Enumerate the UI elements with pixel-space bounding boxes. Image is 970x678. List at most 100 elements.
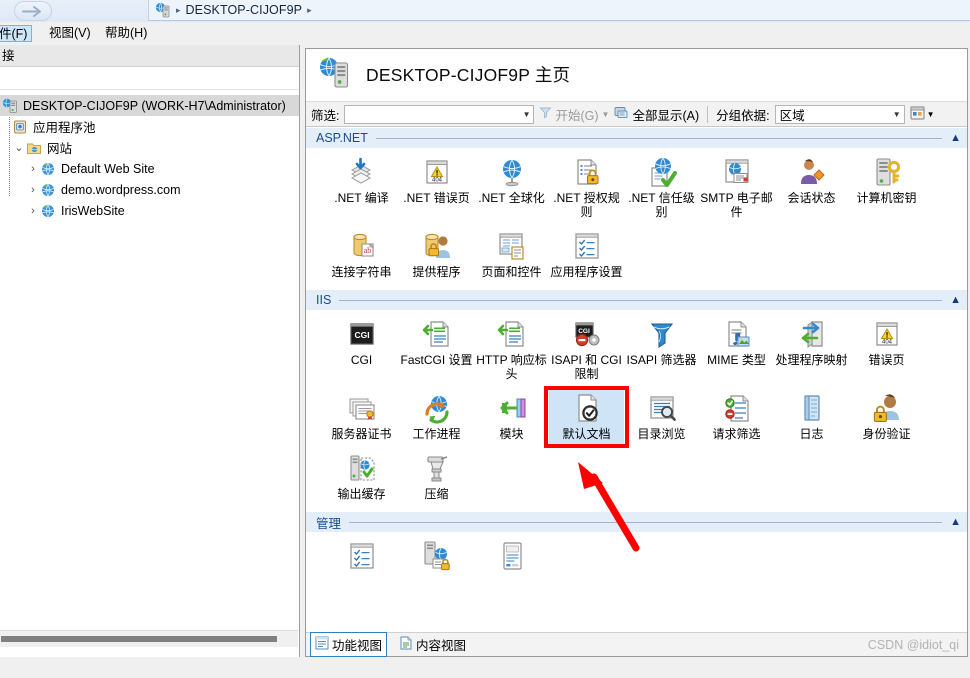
tree-node-app-pools[interactable]: 应用程序池 xyxy=(0,116,300,137)
start-filter-button[interactable]: 开始(G) ▼ xyxy=(539,105,609,124)
watermark: CSDN @idiot_qi xyxy=(867,638,959,652)
tile-directory-browsing[interactable]: 目录浏览 xyxy=(624,390,699,444)
section-header-aspnet[interactable]: ASP.NET ▲ xyxy=(306,128,967,148)
chevron-up-icon[interactable]: ▲ xyxy=(950,294,961,306)
tile-net-globalization[interactable]: .NET 全球化 xyxy=(474,154,549,222)
tile-worker-processes[interactable]: 工作进程 xyxy=(399,390,474,444)
chevron-up-icon[interactable]: ▲ xyxy=(950,516,961,528)
tile-app-settings[interactable]: 应用程序设置 xyxy=(549,228,624,282)
tile-label: 压缩 xyxy=(424,487,449,501)
section-name-management: 管理 xyxy=(316,516,342,531)
net-trust-level-icon xyxy=(646,156,678,188)
tile-feature-delegation[interactable] xyxy=(399,538,474,578)
chevron-down-icon[interactable]: ⌄ xyxy=(12,141,26,154)
section-header-management[interactable]: 管理 ▲ xyxy=(306,512,967,532)
tab-content-view[interactable]: 内容视图 xyxy=(395,633,470,656)
tree-node-server[interactable]: DESKTOP-CIJOF9P (WORK-H7\Administrator) xyxy=(0,95,300,116)
section-header-iis[interactable]: IIS ▲ xyxy=(306,290,967,310)
tile-label: ISAPI 筛选器 xyxy=(626,353,697,367)
tile-label: HTTP 响应标头 xyxy=(476,353,547,381)
tile-label: 提供程序 xyxy=(412,265,461,279)
tile-error-pages[interactable]: 404 错误页 xyxy=(849,316,924,384)
app-pool-icon xyxy=(12,119,29,135)
tile-cgi[interactable]: CGI CGI xyxy=(324,316,399,384)
chevron-right-icon[interactable]: › xyxy=(26,205,40,217)
svg-text:CGI: CGI xyxy=(578,328,590,335)
connections-horizontal-scrollbar[interactable] xyxy=(0,630,298,647)
tile-machine-key[interactable]: 计算机密钥 xyxy=(849,154,924,222)
connections-tree: DESKTOP-CIJOF9P (WORK-H7\Administrator) … xyxy=(0,91,300,611)
tab-features-view[interactable]: 功能视图 xyxy=(310,632,388,657)
breadcrumb-separator-2[interactable]: ▸ xyxy=(307,5,312,16)
tile-compression[interactable]: 压缩 xyxy=(399,450,474,504)
group-by-select[interactable]: 区域 ▼ xyxy=(774,104,905,124)
chevron-right-icon[interactable]: › xyxy=(26,163,40,175)
tile-http-response-headers[interactable]: HTTP 响应标头 xyxy=(474,316,549,384)
net-globalization-icon xyxy=(496,156,528,188)
section-rule xyxy=(339,299,943,301)
tile-shared-configuration[interactable] xyxy=(474,538,549,578)
tile-logging[interactable]: 日志 xyxy=(774,390,849,444)
section-name-iis: IIS xyxy=(316,293,332,307)
menu-view[interactable]: 视图(V) xyxy=(44,25,96,42)
http-response-headers-icon xyxy=(496,318,528,350)
tile-net-authorization-rules[interactable]: .NET 授权规则 xyxy=(549,154,624,222)
start-filter-label: 开始(G) xyxy=(555,108,599,123)
tile-request-filtering[interactable]: 请求筛选 xyxy=(699,390,774,444)
tile-output-caching[interactable]: 输出缓存 xyxy=(324,450,399,504)
modules-icon xyxy=(496,392,528,424)
tile-label: 默认文档 xyxy=(562,427,611,441)
chevron-down-icon[interactable]: ▼ xyxy=(893,110,901,119)
breadcrumb[interactable]: ▸ DESKTOP-CIJOF9P ▸ xyxy=(148,0,970,21)
tree-node-demo-wordpress-label: demo.wordpress.com xyxy=(61,182,181,197)
tile-connection-strings[interactable]: ab 连接字符串 xyxy=(324,228,399,282)
website-globe-icon xyxy=(40,161,57,177)
tile-default-document[interactable]: 默认文档 xyxy=(544,386,629,448)
tile-smtp-email[interactable]: SMTP 电子邮件 xyxy=(699,154,774,222)
chevron-up-icon[interactable]: ▲ xyxy=(950,132,961,144)
menu-help[interactable]: 帮助(H) xyxy=(100,25,152,42)
server-icon xyxy=(2,98,19,114)
chevron-down-icon[interactable]: ▼ xyxy=(927,110,935,119)
view-mode-button[interactable]: ▼ xyxy=(910,106,935,123)
show-all-button[interactable]: 全部显示(A) xyxy=(614,105,699,124)
tile-modules[interactable]: 模块 xyxy=(474,390,549,444)
tile-net-trust-level[interactable]: .NET 信任级别 xyxy=(624,154,699,222)
iis-tiles: CGI CGI FastCGI 设置 HTTP 响应标头 CGI ISAPI 和… xyxy=(306,310,967,512)
back-arrow-icon[interactable] xyxy=(14,1,52,21)
menu-file[interactable]: 件(F) xyxy=(0,25,33,42)
tile-configuration-editor[interactable] xyxy=(324,538,399,578)
tile-server-certificates[interactable]: 服务器证书 xyxy=(324,390,399,444)
tree-node-iriswebsite-label: IrisWebSite xyxy=(61,203,125,218)
chevron-down-icon[interactable]: ▼ xyxy=(523,110,531,119)
tile-mime-types[interactable]: MIME 类型 xyxy=(699,316,774,384)
tile-pages-controls[interactable]: 页面和控件 xyxy=(474,228,549,282)
app-settings-icon xyxy=(571,230,603,262)
filter-input[interactable]: ▼ xyxy=(344,104,535,124)
isapi-cgi-restrictions-icon: CGI xyxy=(571,318,603,350)
tree-node-demo-wordpress[interactable]: › demo.wordpress.com xyxy=(0,179,300,200)
mime-types-icon xyxy=(721,318,753,350)
tile-net-error-page[interactable]: 404 .NET 错误页 xyxy=(399,154,474,222)
tree-node-iriswebsite[interactable]: › IrisWebSite xyxy=(0,200,300,221)
tile-session-state[interactable]: 会话状态 xyxy=(774,154,849,222)
tree-node-default-web-site[interactable]: › Default Web Site xyxy=(0,158,300,179)
tile-net-compile[interactable]: .NET 编译 xyxy=(324,154,399,222)
tile-providers[interactable]: 提供程序 xyxy=(399,228,474,282)
tree-node-sites[interactable]: ⌄ 网站 xyxy=(0,137,300,158)
tile-fastcgi-settings[interactable]: FastCGI 设置 xyxy=(399,316,474,384)
pane-divider[interactable] xyxy=(299,45,300,657)
chevron-right-icon[interactable]: › xyxy=(26,184,40,196)
features-pane: DESKTOP-CIJOF9P 主页 筛选: ▼ 开始(G) ▼ 全部显示(A)… xyxy=(305,48,968,657)
tile-isapi-cgi-restrictions[interactable]: CGI ISAPI 和 CGI 限制 xyxy=(549,316,624,384)
website-globe-icon xyxy=(40,203,57,219)
tile-authentication[interactable]: 身份验证 xyxy=(849,390,924,444)
scrollbar-thumb[interactable] xyxy=(1,636,277,642)
chevron-down-icon[interactable]: ▼ xyxy=(602,110,610,119)
tile-handler-mappings[interactable]: 处理程序映射 xyxy=(774,316,849,384)
breadcrumb-server[interactable]: DESKTOP-CIJOF9P xyxy=(186,3,303,17)
logging-icon xyxy=(796,392,828,424)
directory-browsing-icon xyxy=(646,392,678,424)
tile-isapi-filters[interactable]: ISAPI 筛选器 xyxy=(624,316,699,384)
tile-label: 错误页 xyxy=(868,353,905,367)
